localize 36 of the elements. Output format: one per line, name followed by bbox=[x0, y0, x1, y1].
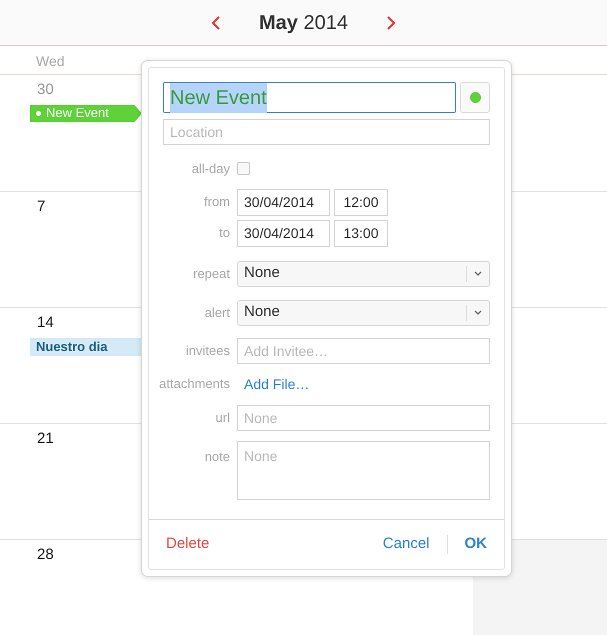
field-label: note bbox=[204, 448, 231, 466]
day-number: 28 bbox=[37, 545, 54, 565]
field-label: url bbox=[214, 408, 231, 427]
field-label: attachments bbox=[158, 375, 231, 394]
field-label: repeat bbox=[192, 264, 231, 283]
month-title: May 2014 bbox=[259, 10, 348, 36]
pointer-icon bbox=[134, 104, 142, 122]
chevron-right-icon[interactable] bbox=[386, 14, 396, 30]
day-number: 7 bbox=[37, 197, 46, 217]
field-label: invitees bbox=[184, 342, 231, 360]
add-file-link[interactable]: Add File… bbox=[237, 374, 316, 394]
location-field[interactable]: Location bbox=[163, 119, 490, 145]
day-number: 30 bbox=[37, 80, 54, 100]
field-label: to bbox=[218, 224, 231, 242]
url-field[interactable]: None bbox=[237, 404, 490, 430]
dropdown[interactable]: None bbox=[237, 300, 490, 326]
invitee-field[interactable]: Add Invitee… bbox=[237, 338, 490, 364]
field-label: all-day bbox=[190, 160, 231, 178]
cancel-button[interactable]: Cancel bbox=[382, 533, 446, 556]
note-field[interactable]: None bbox=[237, 440, 490, 500]
time-field[interactable]: 13:00 bbox=[334, 220, 388, 246]
day-number: 14 bbox=[37, 313, 54, 333]
delete-button[interactable]: Delete bbox=[166, 533, 210, 556]
chevron-left-icon[interactable] bbox=[211, 14, 222, 30]
day-number: 21 bbox=[37, 429, 54, 449]
date-field[interactable]: 30/04/2014 bbox=[237, 188, 330, 216]
date-field[interactable]: 30/04/2014 bbox=[237, 220, 330, 246]
all-day-checkbox[interactable] bbox=[237, 162, 250, 176]
field-label: alert bbox=[204, 304, 231, 322]
time-field[interactable]: 12:00 bbox=[334, 188, 388, 216]
field-label: from bbox=[203, 193, 231, 212]
dropdown[interactable]: None bbox=[237, 260, 490, 286]
calendar-event[interactable]: Nuestro dia bbox=[30, 338, 141, 356]
ok-button[interactable]: OK bbox=[448, 533, 487, 556]
weekday-label: Wed bbox=[36, 52, 65, 71]
calendar-color-button[interactable] bbox=[460, 82, 490, 113]
